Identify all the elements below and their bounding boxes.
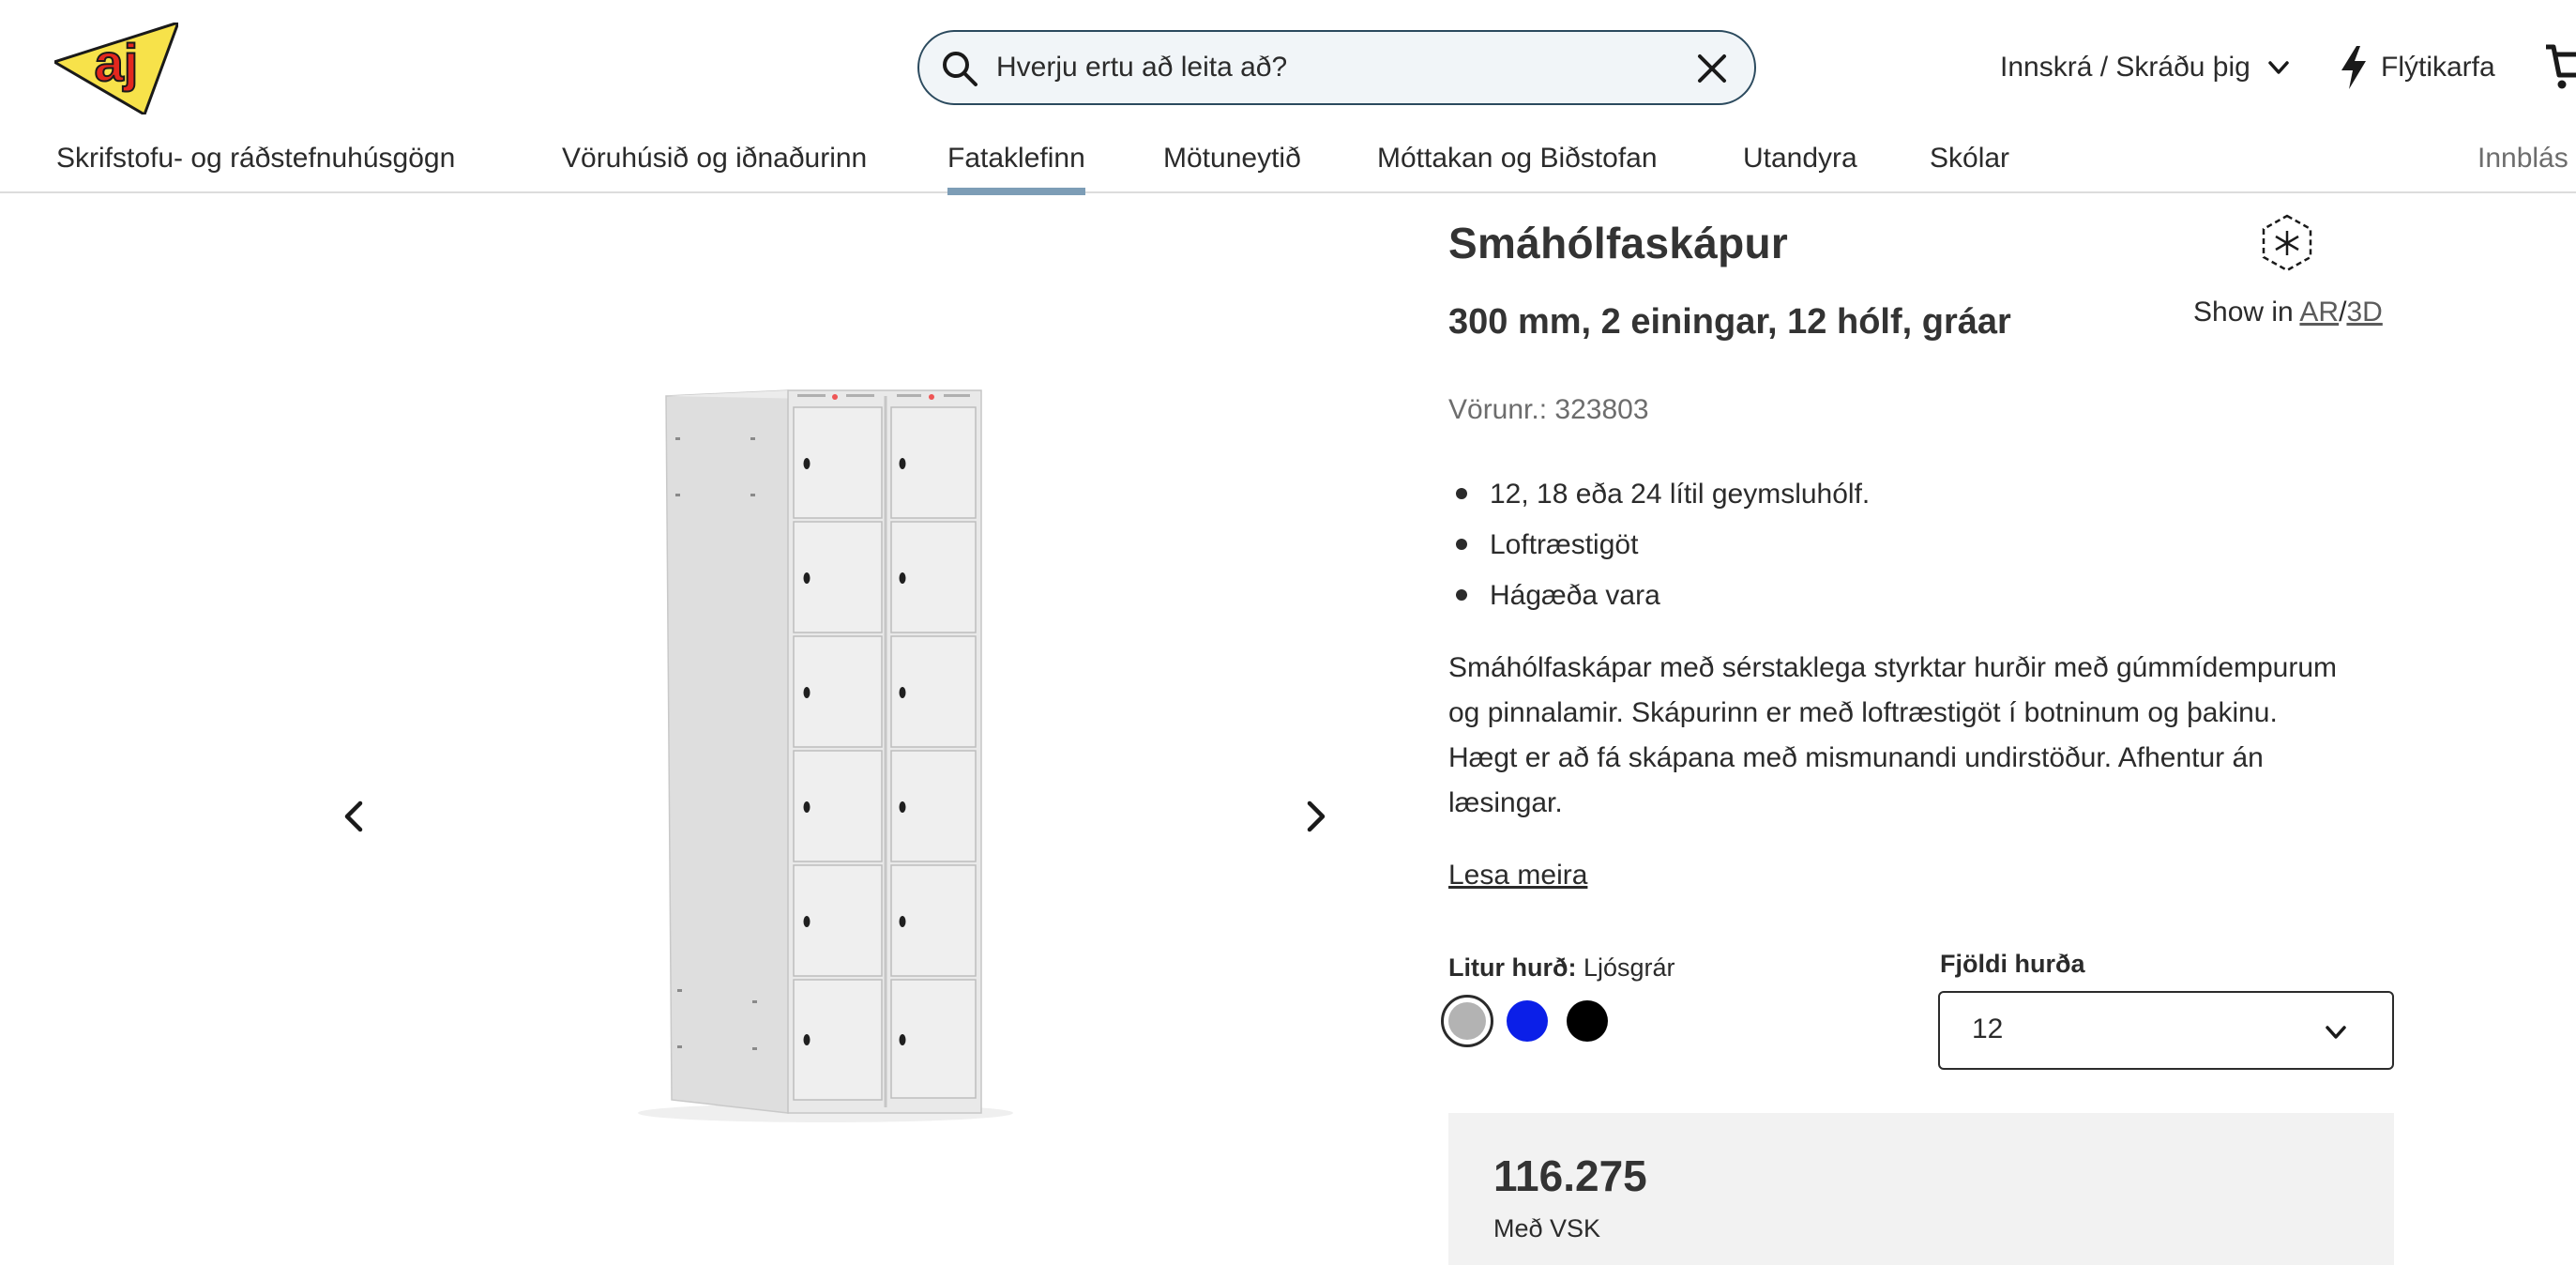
nav-item-inspiration[interactable]: Innblás bbox=[2478, 143, 2568, 193]
color-label: Litur hurð: Ljósgrár bbox=[1448, 953, 1675, 983]
nav-item-outdoors[interactable]: Utandyra bbox=[1743, 143, 1857, 193]
category-nav: Skrifstofu- og ráðstefnuhúsgögn Vöruhúsi… bbox=[0, 131, 2576, 195]
color-swatch-black[interactable] bbox=[1567, 1000, 1608, 1042]
product-description: Smáhólfaskápar með sérstaklega styrktar … bbox=[1448, 652, 2338, 818]
article-number: Vörunr.: 323803 bbox=[1448, 394, 1649, 425]
chevron-down-icon bbox=[2326, 1026, 2346, 1039]
aj-logo[interactable]: aj bbox=[54, 23, 178, 114]
price-box: 116.275 Með VSK bbox=[1448, 1113, 2394, 1265]
quick-cart-label: Flýtikarfa bbox=[2381, 52, 2495, 83]
nav-item-locker-room[interactable]: Fataklefinn bbox=[947, 143, 1085, 195]
vat-label: Með VSK bbox=[1493, 1214, 1601, 1242]
door-count-value: 12 bbox=[1972, 1014, 2004, 1044]
product-subtitle: 300 mm, 2 einingar, 12 hólf, gráar bbox=[1448, 302, 2011, 342]
chevron-left-icon[interactable] bbox=[334, 796, 375, 837]
login-label: Innskrá / Skráðu þig bbox=[2000, 52, 2250, 83]
quick-cart-button[interactable]: Flýtikarfa bbox=[2338, 41, 2495, 94]
close-icon[interactable] bbox=[1694, 51, 1730, 86]
chevron-down-icon bbox=[2268, 61, 2289, 74]
product-image bbox=[638, 389, 1013, 1122]
search-icon[interactable] bbox=[940, 49, 979, 88]
door-count-label: Fjöldi hurða bbox=[1940, 950, 2085, 978]
product-title: Smáhólfaskápur bbox=[1448, 219, 1789, 267]
color-swatch-light-grey[interactable] bbox=[1441, 995, 1493, 1047]
lightning-icon bbox=[2341, 46, 2366, 89]
nav-item-schools[interactable]: Skólar bbox=[1930, 143, 2009, 193]
color-swatch-blue[interactable] bbox=[1507, 1000, 1548, 1042]
login-menu[interactable]: Innskrá / Skráðu þig bbox=[2000, 47, 2292, 88]
svg-text:aj: aj bbox=[95, 33, 139, 92]
show-in-prefix: Show in bbox=[2193, 297, 2294, 328]
ar-3d-icon[interactable] bbox=[2259, 212, 2315, 274]
color-label-title: Litur hurð: bbox=[1448, 953, 1577, 982]
cart-icon[interactable] bbox=[2544, 41, 2576, 92]
nav-item-warehouse[interactable]: Vöruhúsið og iðnaðurinn bbox=[562, 143, 867, 193]
show-in-ar-link[interactable]: AR bbox=[2299, 297, 2339, 328]
feature-list: 12, 18 eða 24 lítil geymsluhólf. Loftræs… bbox=[1456, 469, 1870, 621]
list-item: Hágæða vara bbox=[1456, 571, 1870, 621]
color-selected-value: Ljósgrár bbox=[1583, 953, 1675, 982]
search-input[interactable] bbox=[996, 32, 1653, 103]
chevron-right-icon[interactable] bbox=[1295, 796, 1336, 837]
door-count-select[interactable]: 12 bbox=[1938, 991, 2394, 1070]
show-in-ar-3d: Show in AR/3D bbox=[2193, 297, 2383, 328]
price: 116.275 bbox=[1493, 1151, 1647, 1200]
nav-item-reception[interactable]: Móttakan og Biðstofan bbox=[1377, 143, 1658, 193]
product-page: aj Innskrá / Skráðu þig Flýtikarfa S bbox=[0, 0, 2576, 1265]
search-bar bbox=[917, 30, 1756, 105]
show-in-3d-link[interactable]: 3D bbox=[2346, 297, 2382, 328]
read-more-link[interactable]: Lesa meira bbox=[1448, 860, 1587, 892]
nav-item-office[interactable]: Skrifstofu- og ráðstefnuhúsgögn bbox=[56, 143, 455, 193]
list-item: 12, 18 eða 24 lítil geymsluhólf. bbox=[1456, 469, 1870, 520]
list-item: Loftræstigöt bbox=[1456, 520, 1870, 571]
nav-item-canteen[interactable]: Mötuneytið bbox=[1163, 143, 1301, 193]
